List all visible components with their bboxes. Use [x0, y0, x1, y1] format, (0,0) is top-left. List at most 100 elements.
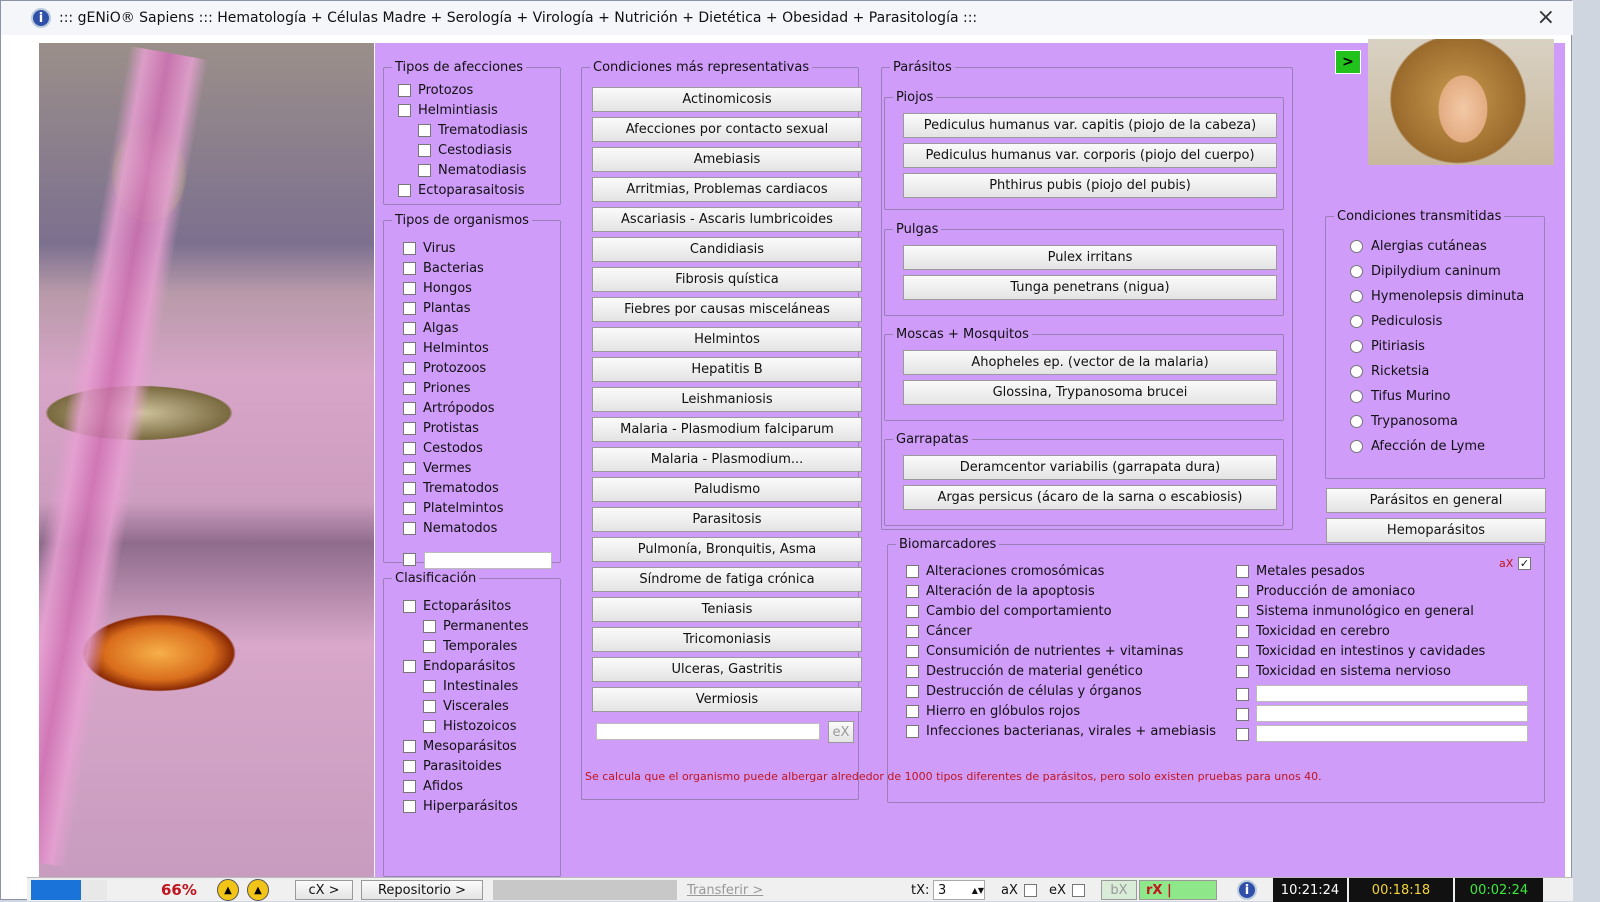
ex-button[interactable]: eX: [828, 721, 854, 743]
rx-button[interactable]: rX |: [1139, 880, 1217, 900]
piojos-button[interactable]: Pediculus humanus var. capitis (piojo de…: [903, 113, 1277, 138]
condicion-button[interactable]: Síndrome de fatiga crónica: [592, 567, 862, 592]
ex-toggle[interactable]: eX: [1049, 880, 1092, 900]
biomarcador-option[interactable]: Cáncer: [906, 624, 972, 639]
warning-icon[interactable]: ▲: [217, 879, 239, 901]
condicion-button[interactable]: Ulceras, Gastritis: [592, 657, 862, 682]
checkbox[interactable]: [1236, 585, 1249, 598]
clasificacion-option[interactable]: Intestinales: [423, 679, 518, 694]
checkbox[interactable]: [1071, 883, 1085, 897]
radio-button[interactable]: [1350, 315, 1363, 328]
checkbox[interactable]: [403, 282, 416, 295]
checkbox[interactable]: [423, 640, 436, 653]
afeccion-option[interactable]: Cestodiasis: [418, 143, 512, 158]
piojos-button[interactable]: Pediculus humanus var. corporis (piojo d…: [903, 143, 1277, 168]
condicion-custom-input[interactable]: [596, 723, 820, 740]
checkbox[interactable]: [906, 705, 919, 718]
checkbox[interactable]: [906, 685, 919, 698]
transferir-link[interactable]: Transferir >: [687, 880, 763, 900]
checkbox[interactable]: [906, 665, 919, 678]
checkbox[interactable]: [403, 262, 416, 275]
transmitida-option[interactable]: Afección de Lyme: [1350, 439, 1485, 454]
transmitida-option[interactable]: Tifus Murino: [1350, 389, 1450, 404]
checkbox[interactable]: [906, 725, 919, 738]
organismo-option[interactable]: Algas: [403, 321, 459, 336]
biomarcador-option[interactable]: Hierro en glóbulos rojos: [906, 704, 1080, 719]
moscas-button[interactable]: Glossina, Trypanosoma brucei: [903, 380, 1277, 405]
condicion-button[interactable]: Actinomicosis: [592, 87, 862, 112]
checkbox[interactable]: [403, 780, 416, 793]
clasificacion-option[interactable]: Viscerales: [423, 699, 509, 714]
radio-button[interactable]: [1350, 365, 1363, 378]
pulgas-button[interactable]: Pulex irritans: [903, 245, 1277, 270]
checkbox[interactable]: [1236, 645, 1249, 658]
checkbox[interactable]: [1236, 665, 1249, 678]
checkbox[interactable]: [403, 600, 416, 613]
checkbox[interactable]: [423, 620, 436, 633]
biomarcador-option[interactable]: Toxicidad en sistema nervioso: [1236, 664, 1451, 679]
organismo-option[interactable]: Plantas: [403, 301, 471, 316]
organismo-custom-input[interactable]: [424, 552, 552, 569]
transmitida-option[interactable]: Trypanosoma: [1350, 414, 1458, 429]
checkbox[interactable]: [423, 680, 436, 693]
biomarcador-option[interactable]: Toxicidad en cerebro: [1236, 624, 1390, 639]
transmitida-option[interactable]: Alergias cutáneas: [1350, 239, 1487, 254]
checkbox[interactable]: [403, 800, 416, 813]
biomarcador-custom-input[interactable]: [1256, 725, 1528, 742]
condicion-button[interactable]: Malaria - Plasmodium...: [592, 447, 862, 472]
radio-button[interactable]: [1350, 265, 1363, 278]
spinner-arrows-icon[interactable]: ▲▼: [972, 886, 984, 895]
checkbox[interactable]: [1236, 625, 1249, 638]
organismo-option[interactable]: Hongos: [403, 281, 472, 296]
repositorio-button[interactable]: Repositorio >: [361, 880, 483, 900]
organismo-option[interactable]: Cestodos: [403, 441, 483, 456]
afeccion-option[interactable]: Ectoparasaitosis: [398, 183, 525, 198]
checkbox[interactable]: [403, 740, 416, 753]
condicion-button[interactable]: Fiebres por causas misceláneas: [592, 297, 862, 322]
organismo-custom[interactable]: [403, 553, 423, 566]
biomarcador-custom-input[interactable]: [1256, 685, 1528, 702]
checkbox[interactable]: [403, 442, 416, 455]
condicion-button[interactable]: Hepatitis B: [592, 357, 862, 382]
clasificacion-option[interactable]: Permanentes: [423, 619, 528, 634]
condicion-button[interactable]: Amebiasis: [592, 147, 862, 172]
biomarcador-option[interactable]: Consumición de nutrientes + vitaminas: [906, 644, 1183, 659]
condicion-button[interactable]: Fibrosis quística: [592, 267, 862, 292]
radio-button[interactable]: [1350, 240, 1363, 253]
biomarcador-option[interactable]: Cambio del comportamiento: [906, 604, 1112, 619]
biomarcador-option[interactable]: Metales pesados: [1236, 564, 1365, 579]
checkbox[interactable]: [906, 625, 919, 638]
checkbox[interactable]: [403, 553, 416, 566]
checkbox[interactable]: [1236, 728, 1249, 741]
organismo-option[interactable]: Platelmintos: [403, 501, 503, 516]
biomarcador-option[interactable]: Destrucción de material genético: [906, 664, 1143, 679]
radio-button[interactable]: [1350, 440, 1363, 453]
condicion-button[interactable]: Parasitosis: [592, 507, 862, 532]
next-button[interactable]: >: [1335, 50, 1361, 74]
bx-button[interactable]: bX: [1101, 880, 1137, 900]
checkbox[interactable]: [403, 362, 416, 375]
organismo-option[interactable]: Helmintos: [403, 341, 489, 356]
radio-button[interactable]: [1350, 340, 1363, 353]
checkbox[interactable]: [403, 522, 416, 535]
radio-button[interactable]: [1350, 390, 1363, 403]
condicion-button[interactable]: Malaria - Plasmodium falciparum: [592, 417, 862, 442]
checkbox[interactable]: [1236, 708, 1249, 721]
biomarcador-option[interactable]: Destrucción de células y órganos: [906, 684, 1142, 699]
checkbox[interactable]: [418, 164, 431, 177]
ax-checkbox-checked-icon[interactable]: ✓: [1518, 557, 1531, 570]
ax-toggle[interactable]: aX: [1001, 880, 1044, 900]
checkbox[interactable]: [906, 565, 919, 578]
organismo-option[interactable]: Artrópodos: [403, 401, 495, 416]
close-icon[interactable]: ×: [1537, 5, 1555, 30]
condicion-button[interactable]: Candidiasis: [592, 237, 862, 262]
condicion-button[interactable]: Vermiosis: [592, 687, 862, 712]
pulgas-button[interactable]: Tunga penetrans (nigua): [903, 275, 1277, 300]
checkbox[interactable]: [403, 242, 416, 255]
checkbox[interactable]: [418, 124, 431, 137]
checkbox[interactable]: [906, 585, 919, 598]
biomarcador-custom-input[interactable]: [1256, 705, 1528, 722]
biomarcador-option[interactable]: Sistema inmunológico en general: [1236, 604, 1474, 619]
piojos-button[interactable]: Phthirus pubis (piojo del pubis): [903, 173, 1277, 198]
checkbox[interactable]: [906, 605, 919, 618]
